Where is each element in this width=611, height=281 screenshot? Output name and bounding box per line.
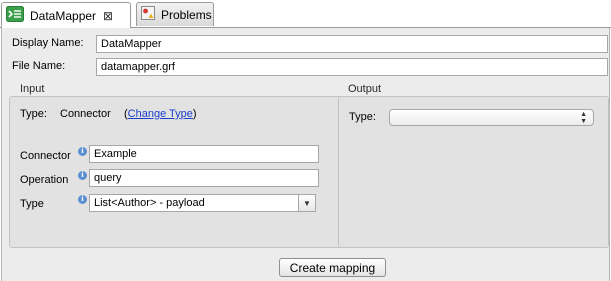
display-name-input[interactable]	[96, 35, 608, 53]
change-type-link[interactable]: Change Type	[128, 108, 193, 120]
editor-tab-bar: DataMapper ⊠ Problems	[0, 0, 611, 28]
output-group-label: Output	[348, 83, 382, 95]
create-mapping-button[interactable]: Create mapping	[279, 258, 386, 277]
info-icon: i	[78, 171, 87, 180]
tab-problems-label: Problems	[161, 7, 212, 22]
file-name-label: File Name:	[12, 60, 66, 72]
display-name-label: Display Name:	[12, 37, 84, 49]
output-type-label: Type:	[349, 111, 376, 123]
tab-problems[interactable]: Problems	[136, 2, 214, 26]
input-type-label: Type:	[20, 108, 47, 120]
input-group: Type: Connector (Change Type) Connector …	[9, 96, 355, 248]
input-type-select-value: List<Author> - payload	[94, 197, 205, 209]
change-type-close-paren: )	[192, 108, 197, 120]
datamapper-icon	[6, 6, 24, 25]
change-type-link-wrapper: (Change Type)	[124, 108, 197, 120]
connector-input[interactable]	[89, 145, 319, 163]
operation-input[interactable]	[89, 169, 319, 187]
operation-label: Operation	[20, 174, 69, 186]
output-type-select[interactable]: ▲ ▼	[389, 109, 594, 126]
datamapper-editor-panel: Display Name: File Name: Input Type: Con…	[1, 28, 610, 281]
input-type-field-label: Type	[20, 198, 44, 210]
info-icon: i	[78, 147, 87, 156]
input-type-select[interactable]: List<Author> - payload ▼	[89, 194, 316, 212]
problems-icon	[141, 6, 155, 23]
input-group-label: Input	[20, 83, 45, 95]
connector-label: Connector	[20, 150, 71, 162]
output-group: Type: ▲ ▼	[338, 96, 609, 248]
tab-datamapper[interactable]: DataMapper ⊠	[1, 2, 131, 28]
info-icon: i	[78, 195, 87, 204]
tab-datamapper-label: DataMapper	[30, 8, 97, 23]
chevron-down-icon[interactable]: ▼	[298, 195, 315, 211]
close-icon[interactable]: ⊠	[103, 9, 113, 23]
file-name-input[interactable]	[96, 58, 608, 76]
input-type-value: Connector	[60, 108, 111, 120]
chevron-updown-icon: ▲ ▼	[580, 111, 587, 125]
